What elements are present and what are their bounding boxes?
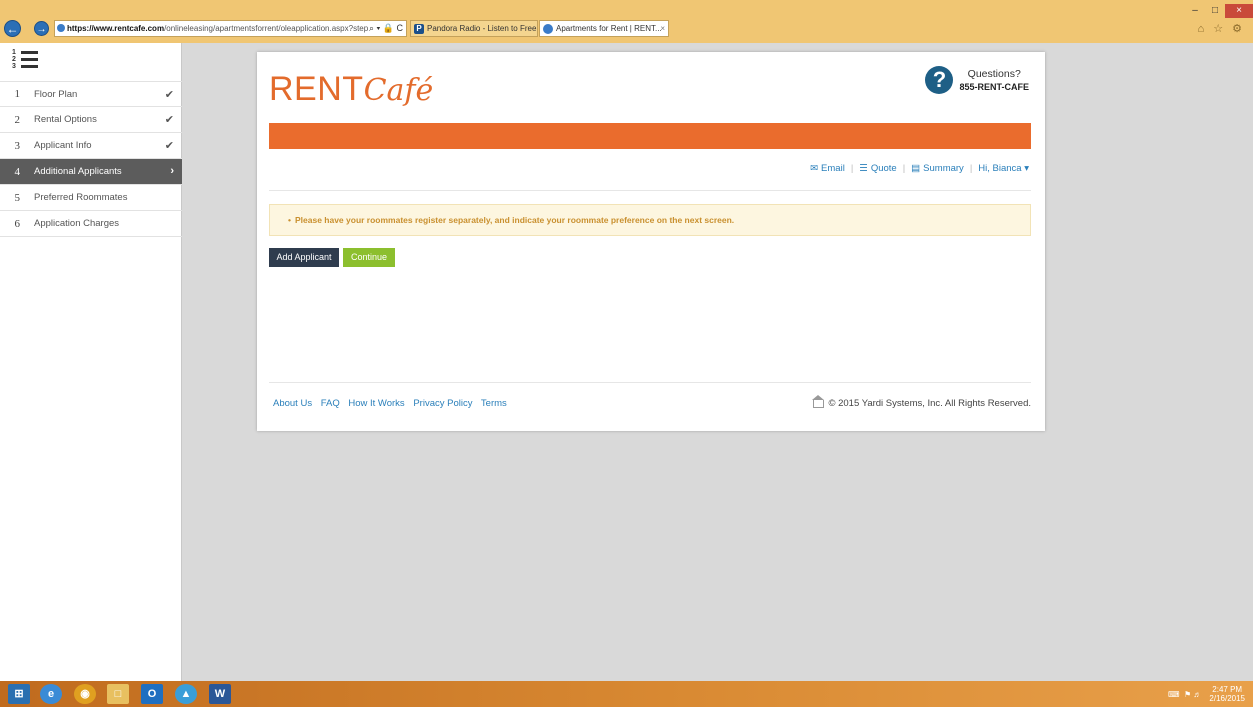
notice-text: Please have your roommates register sepa… [294,215,735,225]
step-number: 6 [14,217,21,230]
equal-housing-icon [812,394,825,408]
bullet: • [288,215,291,225]
document-icon: ▤ [911,163,921,174]
checkmark-icon: ✔ [164,89,174,101]
rentcafe-logo[interactable]: RENTCafé [269,70,433,110]
taskbar: ⊞ e ◉ □ O ▲ W ⌨ ⚑ ♬ 2:47 PM 2/16/2015 [0,681,1253,707]
pandora-icon: P [414,24,424,34]
url-domain: https://www.rentcafe.com [67,24,165,33]
continue-button[interactable]: Continue [343,248,395,267]
tab-close-icon[interactable]: × [660,21,665,36]
step-label: Applicant Info [34,140,92,151]
step-list: 1 Floor Plan ✔ 2 Rental Options ✔ 3 Appl… [0,81,182,237]
user-menu[interactable]: Hi, Bianca ▾ [978,163,1029,174]
help-phone: 855-RENT-CAFE [959,82,1029,92]
address-controls[interactable]: ⌕ ▾ 🔒 C [369,21,403,36]
email-link[interactable]: Email [821,163,845,174]
how-it-works-link[interactable]: How It Works [348,398,404,409]
step-application-charges[interactable]: 6 Application Charges [0,211,182,237]
outlook-icon[interactable]: O [141,684,163,704]
file-explorer-icon[interactable]: □ [107,684,129,704]
step-label: Application Charges [34,218,120,229]
divider: | [969,163,973,174]
clock-date: 2/16/2015 [1209,694,1245,703]
minimize-button[interactable]: – [1185,4,1205,18]
terms-link[interactable]: Terms [481,398,507,409]
tab-rentcafe[interactable]: Apartments for Rent | RENT... × [539,20,669,37]
tab-label: Pandora Radio - Listen to Free ... [427,24,538,33]
help-question: Questions? [967,68,1021,80]
divider: | [902,163,906,174]
close-button[interactable]: × [1225,4,1253,18]
help-contact: ? Questions? 855-RENT-CAFE [925,66,1029,94]
step-preferred-roommates[interactable]: 5 Preferred Roommates [0,185,182,211]
tab-label: Apartments for Rent | RENT... [556,24,662,33]
roommate-notice: • Please have your roommates register sep… [269,204,1031,236]
copyright: © 2015 Yardi Systems, Inc. All Rights Re… [812,394,1031,409]
summary-link[interactable]: Summary [923,163,964,174]
application-card: RENTCafé ? Questions? 855-RENT-CAFE ✉ Em… [257,52,1045,431]
browser-toolbar-icons[interactable]: ⌂ ☆ ⚙ [1198,22,1245,35]
site-icon [543,24,553,34]
address-bar[interactable]: https://www.rentcafe.com/onlineleasing/a… [54,20,407,37]
chrome-icon[interactable]: ◉ [74,684,96,704]
divider [269,190,1031,191]
clock-time: 2:47 PM [1212,685,1243,694]
divider: | [850,163,854,174]
step-floor-plan[interactable]: 1 Floor Plan ✔ [0,81,182,107]
restore-button[interactable]: □ [1205,4,1225,18]
tab-pandora[interactable]: P Pandora Radio - Listen to Free ... [410,20,538,37]
window-controls: – □ × [1185,0,1253,18]
steps-list-icon[interactable]: 1 2 3 [12,49,38,71]
forward-button[interactable]: → [34,21,49,36]
chevron-right-icon: › [170,165,174,177]
add-applicant-button[interactable]: Add Applicant [269,248,339,267]
envelope-icon: ✉ [810,163,819,174]
volume-icon[interactable]: ♬ [1193,690,1201,699]
step-number: 4 [14,165,21,178]
word-icon[interactable]: W [209,684,231,704]
start-icon[interactable]: ⊞ [8,684,30,704]
copyright-text: © 2015 Yardi Systems, Inc. All Rights Re… [828,398,1031,409]
step-label: Preferred Roommates [34,192,128,203]
clock[interactable]: 2:47 PM 2/16/2015 [1209,685,1245,703]
logo-rent-text: RENT [269,70,364,108]
checkmark-icon: ✔ [164,114,174,126]
step-label: Floor Plan [34,88,78,100]
steps-sidebar: 1 2 3 1 Floor Plan ✔ 2 Rental Options ✔ … [0,43,182,681]
browser-chrome: ← → https://www.rentcafe.com/onlineleasi… [0,0,1253,43]
logo-cafe-text: Café [363,73,434,108]
flag-icon[interactable]: ⚑ [1184,690,1191,699]
step-number: 2 [14,113,21,126]
system-tray: ⌨ ⚑ ♬ 2:47 PM 2/16/2015 [1168,685,1245,703]
quote-link[interactable]: Quote [871,163,897,174]
about-us-link[interactable]: About Us [273,398,312,409]
step-applicant-info[interactable]: 3 Applicant Info ✔ [0,133,182,159]
keyboard-icon[interactable]: ⌨ [1168,690,1180,699]
step-rental-options[interactable]: 2 Rental Options ✔ [0,107,182,133]
step-number: 5 [14,191,21,204]
url-path: /onlineleasing/apartmentsforrent/oleappl… [164,24,369,33]
checkmark-icon: ✔ [164,140,174,152]
back-button[interactable]: ← [4,20,21,37]
step-number: 1 [14,88,21,100]
footer-links: About Us FAQ How It Works Privacy Policy… [273,398,513,409]
privacy-policy-link[interactable]: Privacy Policy [413,398,472,409]
app-icon[interactable]: ▲ [175,684,197,704]
divider [269,382,1031,383]
list-icon: ☰ [859,163,868,174]
brand-banner [269,123,1031,149]
question-icon: ? [925,66,954,94]
internet-explorer-icon[interactable]: e [40,684,62,704]
account-toolbar: ✉ Email | ☰ Quote | ▤ Summary | Hi, Bian… [810,163,1029,174]
step-additional-applicants[interactable]: 4 Additional Applicants › [0,159,182,185]
step-label: Additional Applicants [34,166,122,177]
faq-link[interactable]: FAQ [321,398,340,409]
step-label: Rental Options [34,114,97,125]
step-number: 3 [14,139,21,152]
site-globe-icon [57,24,65,32]
